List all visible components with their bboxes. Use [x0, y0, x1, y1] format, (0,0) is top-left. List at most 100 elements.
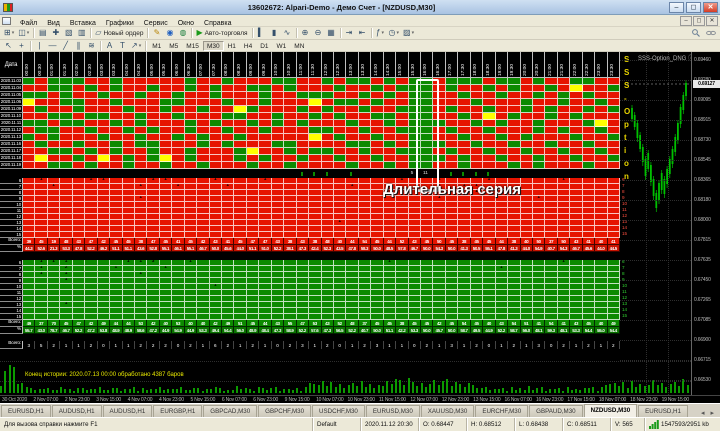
heatmap-cell [247, 127, 259, 134]
timeframe-button-m1[interactable]: M1 [148, 41, 165, 51]
horizontal-line-button[interactable]: — [46, 40, 59, 51]
bottom-total-cell: 2 [48, 341, 60, 349]
chart-tab-gbpaud-m30[interactable]: GBPAUD,M30 [529, 405, 582, 417]
timeframe-button-m30[interactable]: M30 [203, 41, 224, 51]
periods-button[interactable]: ◷▾ [387, 28, 402, 39]
volume-bar [206, 389, 208, 393]
cursor-button[interactable]: ↖ [2, 40, 15, 51]
volume-bar [253, 391, 255, 393]
chart-tab-eurusd-h1[interactable]: EURUSD,H1 [1, 405, 51, 417]
channel-button[interactable]: ∥ [72, 40, 85, 51]
trendline-icon: ╱ [63, 41, 68, 51]
candlestick-chart-button[interactable]: ▮ [268, 28, 281, 39]
heatmap-cell [35, 134, 47, 141]
volume-bar [618, 386, 620, 393]
chart-window-icon[interactable] [2, 17, 11, 25]
timeframe-button-m5[interactable]: M5 [165, 41, 182, 51]
terminal-button[interactable]: ▥ [75, 28, 88, 39]
chart-tab-usdchf-m30[interactable]: USDCHF,M30 [312, 405, 365, 417]
metaeditor-button[interactable]: ✎ [150, 28, 163, 39]
zoom-out-button[interactable]: ⊖ [312, 28, 325, 39]
total-value-cell: 47 [297, 320, 309, 327]
tab-scroll-left-icon[interactable]: ◂ [698, 409, 708, 417]
chart-tab-eurgbp-h1[interactable]: EURGBP,H1 [153, 405, 202, 417]
indicators-button[interactable]: ƒ▾ [374, 28, 387, 39]
mdi-minimize-button[interactable]: – [680, 16, 692, 26]
tile-windows-button[interactable]: ▦ [325, 28, 338, 39]
market-watch-button[interactable]: ▤ [36, 28, 49, 39]
restore-button[interactable]: ◻ [686, 2, 701, 13]
chart-tab-xauusd-m30[interactable]: XAUUSD,M30 [421, 405, 475, 417]
chart-tab-audusd-h1[interactable]: AUDUSD,H1 [52, 405, 102, 417]
auto-scroll-button[interactable]: ⇥ [343, 28, 356, 39]
grid-line [620, 260, 691, 261]
time-header-label: 21:30 [561, 63, 566, 77]
heatmap-row: 2020.11.12 [0, 127, 620, 134]
crosshair-button[interactable]: + [15, 40, 28, 51]
search-icon[interactable] [692, 24, 700, 42]
heatmap-row: 2020.11.16 [0, 141, 620, 148]
total-value-cell: 45 [471, 320, 483, 327]
autotrading-button[interactable]: ▶Авто-торговля [194, 28, 249, 39]
chart-tab-eurusd-m30[interactable]: EURUSD,M30 [366, 405, 420, 417]
profiles-button[interactable]: ◫▾ [16, 28, 31, 39]
price-scale[interactable]: 0.694600.692800.690950.689150.687300.685… [691, 52, 720, 395]
close-button[interactable]: ✕ [703, 2, 718, 13]
templates-button[interactable]: ▨▾ [401, 28, 416, 39]
navigator-button[interactable]: ▧ [62, 28, 75, 39]
chart-tab-audusd-h1[interactable]: AUDUSD,H1 [103, 405, 153, 417]
timeframe-button-w1[interactable]: W1 [273, 41, 291, 51]
trendline-button[interactable]: ╱ [59, 40, 72, 51]
new-order-button[interactable]: ▱Новый ордер [93, 28, 145, 39]
community-button[interactable]: ◍ [176, 28, 189, 39]
bottom-total-cell: 2 [508, 341, 520, 349]
bottom-total-cell: 2 [185, 341, 197, 349]
volume-bar [86, 390, 88, 393]
chart-tab-nzdusd-m30[interactable]: NZDUSD,M30 [584, 404, 638, 417]
chart-tab-eurusd-h1[interactable]: EURUSD,H1 [638, 405, 688, 417]
time-header-cell: 21:00 [545, 52, 557, 78]
timeframe-button-h1[interactable]: H1 [224, 41, 240, 51]
text-button[interactable]: A [103, 40, 116, 51]
tab-scroll-right-icon[interactable]: ▸ [707, 409, 717, 417]
zoom-in-button[interactable]: ⊕ [299, 28, 312, 39]
heatmap-cell [247, 99, 259, 106]
chart-shift-button[interactable]: ⇤ [356, 28, 369, 39]
heatmap-cell [272, 113, 284, 120]
heatmap-cell [533, 162, 545, 169]
total-value-cell: 38 [458, 238, 470, 245]
total-value-cell: 48 [60, 238, 72, 245]
link-icon[interactable] [706, 24, 716, 42]
total-value-cell: 45 [371, 238, 383, 245]
chart-tab-eurchf-m30[interactable]: EURCHF,M30 [475, 405, 528, 417]
timeframe-button-m15[interactable]: M15 [182, 41, 203, 51]
new-chart-button[interactable]: ⊞▾ [2, 28, 16, 39]
status-profile[interactable]: Default [312, 418, 360, 431]
toolbar-separator [340, 28, 341, 38]
volume-bar [451, 386, 453, 393]
fibonacci-button[interactable]: ≋ [85, 40, 98, 51]
bar-chart-button[interactable]: ▍ [255, 28, 268, 39]
text-label-button[interactable]: T [116, 40, 129, 51]
chart-area[interactable]: ▾ Дата00:0000:3001:0001:3002:0002:3003:0… [0, 52, 720, 395]
timeframe-button-h4[interactable]: H4 [240, 41, 256, 51]
volume-bar [468, 383, 470, 393]
chart-tab-gbpcad-m30[interactable]: GBPCAD,M30 [203, 405, 257, 417]
total-value-cell: 44 [110, 320, 122, 327]
line-chart-button[interactable]: ∿ [281, 28, 294, 39]
data-window-button[interactable]: ✚ [49, 28, 62, 39]
heatmap-cell [98, 106, 110, 113]
timeframe-button-d1[interactable]: D1 [256, 41, 272, 51]
total-value-cell: 58.6 [135, 327, 147, 334]
time-axis[interactable]: 30 Oct 20202 Nov 07:002 Nov 23:003 Nov 1… [0, 395, 720, 403]
vertical-line-button[interactable]: | [33, 40, 46, 51]
total-value-cell: 38 [135, 238, 147, 245]
heatmap-cell [172, 155, 184, 162]
chart-tab-gbpchf-m30[interactable]: GBPCHF,M30 [258, 405, 311, 417]
timeframe-button-mn[interactable]: MN [290, 41, 308, 51]
expert-advisors-button[interactable]: ◉ [163, 28, 176, 39]
volume-bar [515, 390, 517, 393]
minimize-button[interactable]: – [669, 2, 684, 13]
arrows-button[interactable]: ↗▾ [129, 40, 143, 51]
heatmap-cell [172, 99, 184, 106]
